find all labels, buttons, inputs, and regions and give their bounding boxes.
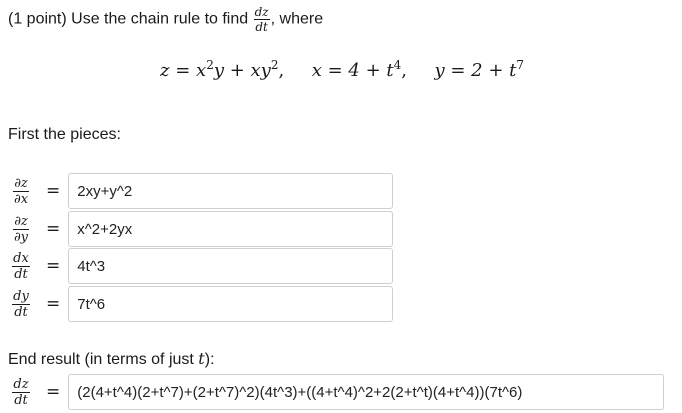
equals-sign: = bbox=[46, 382, 61, 402]
dz-dt-result-fraction: dz dt bbox=[8, 378, 34, 407]
eq1-exp-a: 2 bbox=[206, 58, 214, 72]
eq1-rhs-a: x bbox=[196, 60, 207, 81]
fraction-denominator: ∂y bbox=[13, 229, 29, 245]
answer-input-dx-dt[interactable] bbox=[68, 248, 394, 284]
fraction-denominator: dt bbox=[14, 266, 28, 282]
equals-sign: = bbox=[46, 219, 61, 239]
fraction-numerator: dy bbox=[12, 288, 30, 305]
instruction-text: Use the chain rule to find bbox=[71, 10, 249, 28]
result-row: dz dt = bbox=[8, 373, 665, 411]
fraction-numerator: ∂z bbox=[13, 175, 29, 192]
equals-sign: = bbox=[46, 294, 61, 314]
fraction-denominator: ∂x bbox=[13, 191, 29, 207]
dx-dt-fraction: dx dt bbox=[8, 252, 34, 281]
equals-sign: = bbox=[46, 181, 61, 201]
where-text: , where bbox=[270, 10, 324, 28]
eq1-lhs: z bbox=[160, 60, 170, 81]
given-equations: z = x2y + xy2, x = 4 + t4, y = 2 + t7 bbox=[160, 58, 525, 81]
eq2-rhs: 4 + t bbox=[348, 60, 394, 81]
result-heading: End result (in terms of just t): bbox=[8, 349, 215, 369]
answer-input-dz-dx[interactable] bbox=[68, 173, 394, 209]
fraction-denominator: dt bbox=[14, 304, 28, 320]
fraction-numerator: dz bbox=[253, 5, 270, 20]
eq3-lhs: y bbox=[434, 60, 445, 81]
eq2-lhs: x bbox=[311, 60, 322, 81]
piece-row-dx-dt: dx dt = bbox=[8, 247, 394, 285]
fraction-denominator: dt bbox=[255, 20, 268, 34]
partial-z-y-fraction: ∂z ∂y bbox=[8, 215, 34, 244]
dz-dt-fraction: dz dt bbox=[253, 5, 270, 34]
answer-input-dz-dy[interactable] bbox=[68, 211, 394, 247]
eq3-rhs: 2 + t bbox=[471, 60, 517, 81]
result-heading-suffix: ): bbox=[204, 351, 215, 368]
points-label: (1 point) bbox=[8, 10, 67, 28]
fraction-numerator: dz bbox=[12, 376, 30, 393]
fraction-denominator: dt bbox=[14, 392, 28, 408]
equals-sign: = bbox=[46, 256, 61, 276]
fraction-numerator: ∂z bbox=[13, 213, 29, 230]
pieces-heading: First the pieces: bbox=[8, 126, 121, 143]
piece-row-dz-dx: ∂z ∂x = bbox=[8, 172, 394, 210]
partial-z-x-fraction: ∂z ∂x bbox=[8, 177, 34, 206]
answer-input-result[interactable] bbox=[68, 374, 665, 410]
eq1-rhs-b: y + xy bbox=[213, 60, 271, 81]
problem-statement: (1 point) Use the chain rule to find dz … bbox=[8, 6, 323, 33]
dy-dt-fraction: dy dt bbox=[8, 290, 34, 319]
fraction-numerator: dx bbox=[12, 250, 30, 267]
piece-row-dy-dt: dy dt = bbox=[8, 285, 394, 323]
result-heading-prefix: End result (in terms of just bbox=[8, 351, 199, 368]
eq3-exp: 7 bbox=[516, 58, 525, 72]
piece-row-dz-dy: ∂z ∂y = bbox=[8, 210, 394, 248]
answer-input-dy-dt[interactable] bbox=[68, 286, 394, 322]
